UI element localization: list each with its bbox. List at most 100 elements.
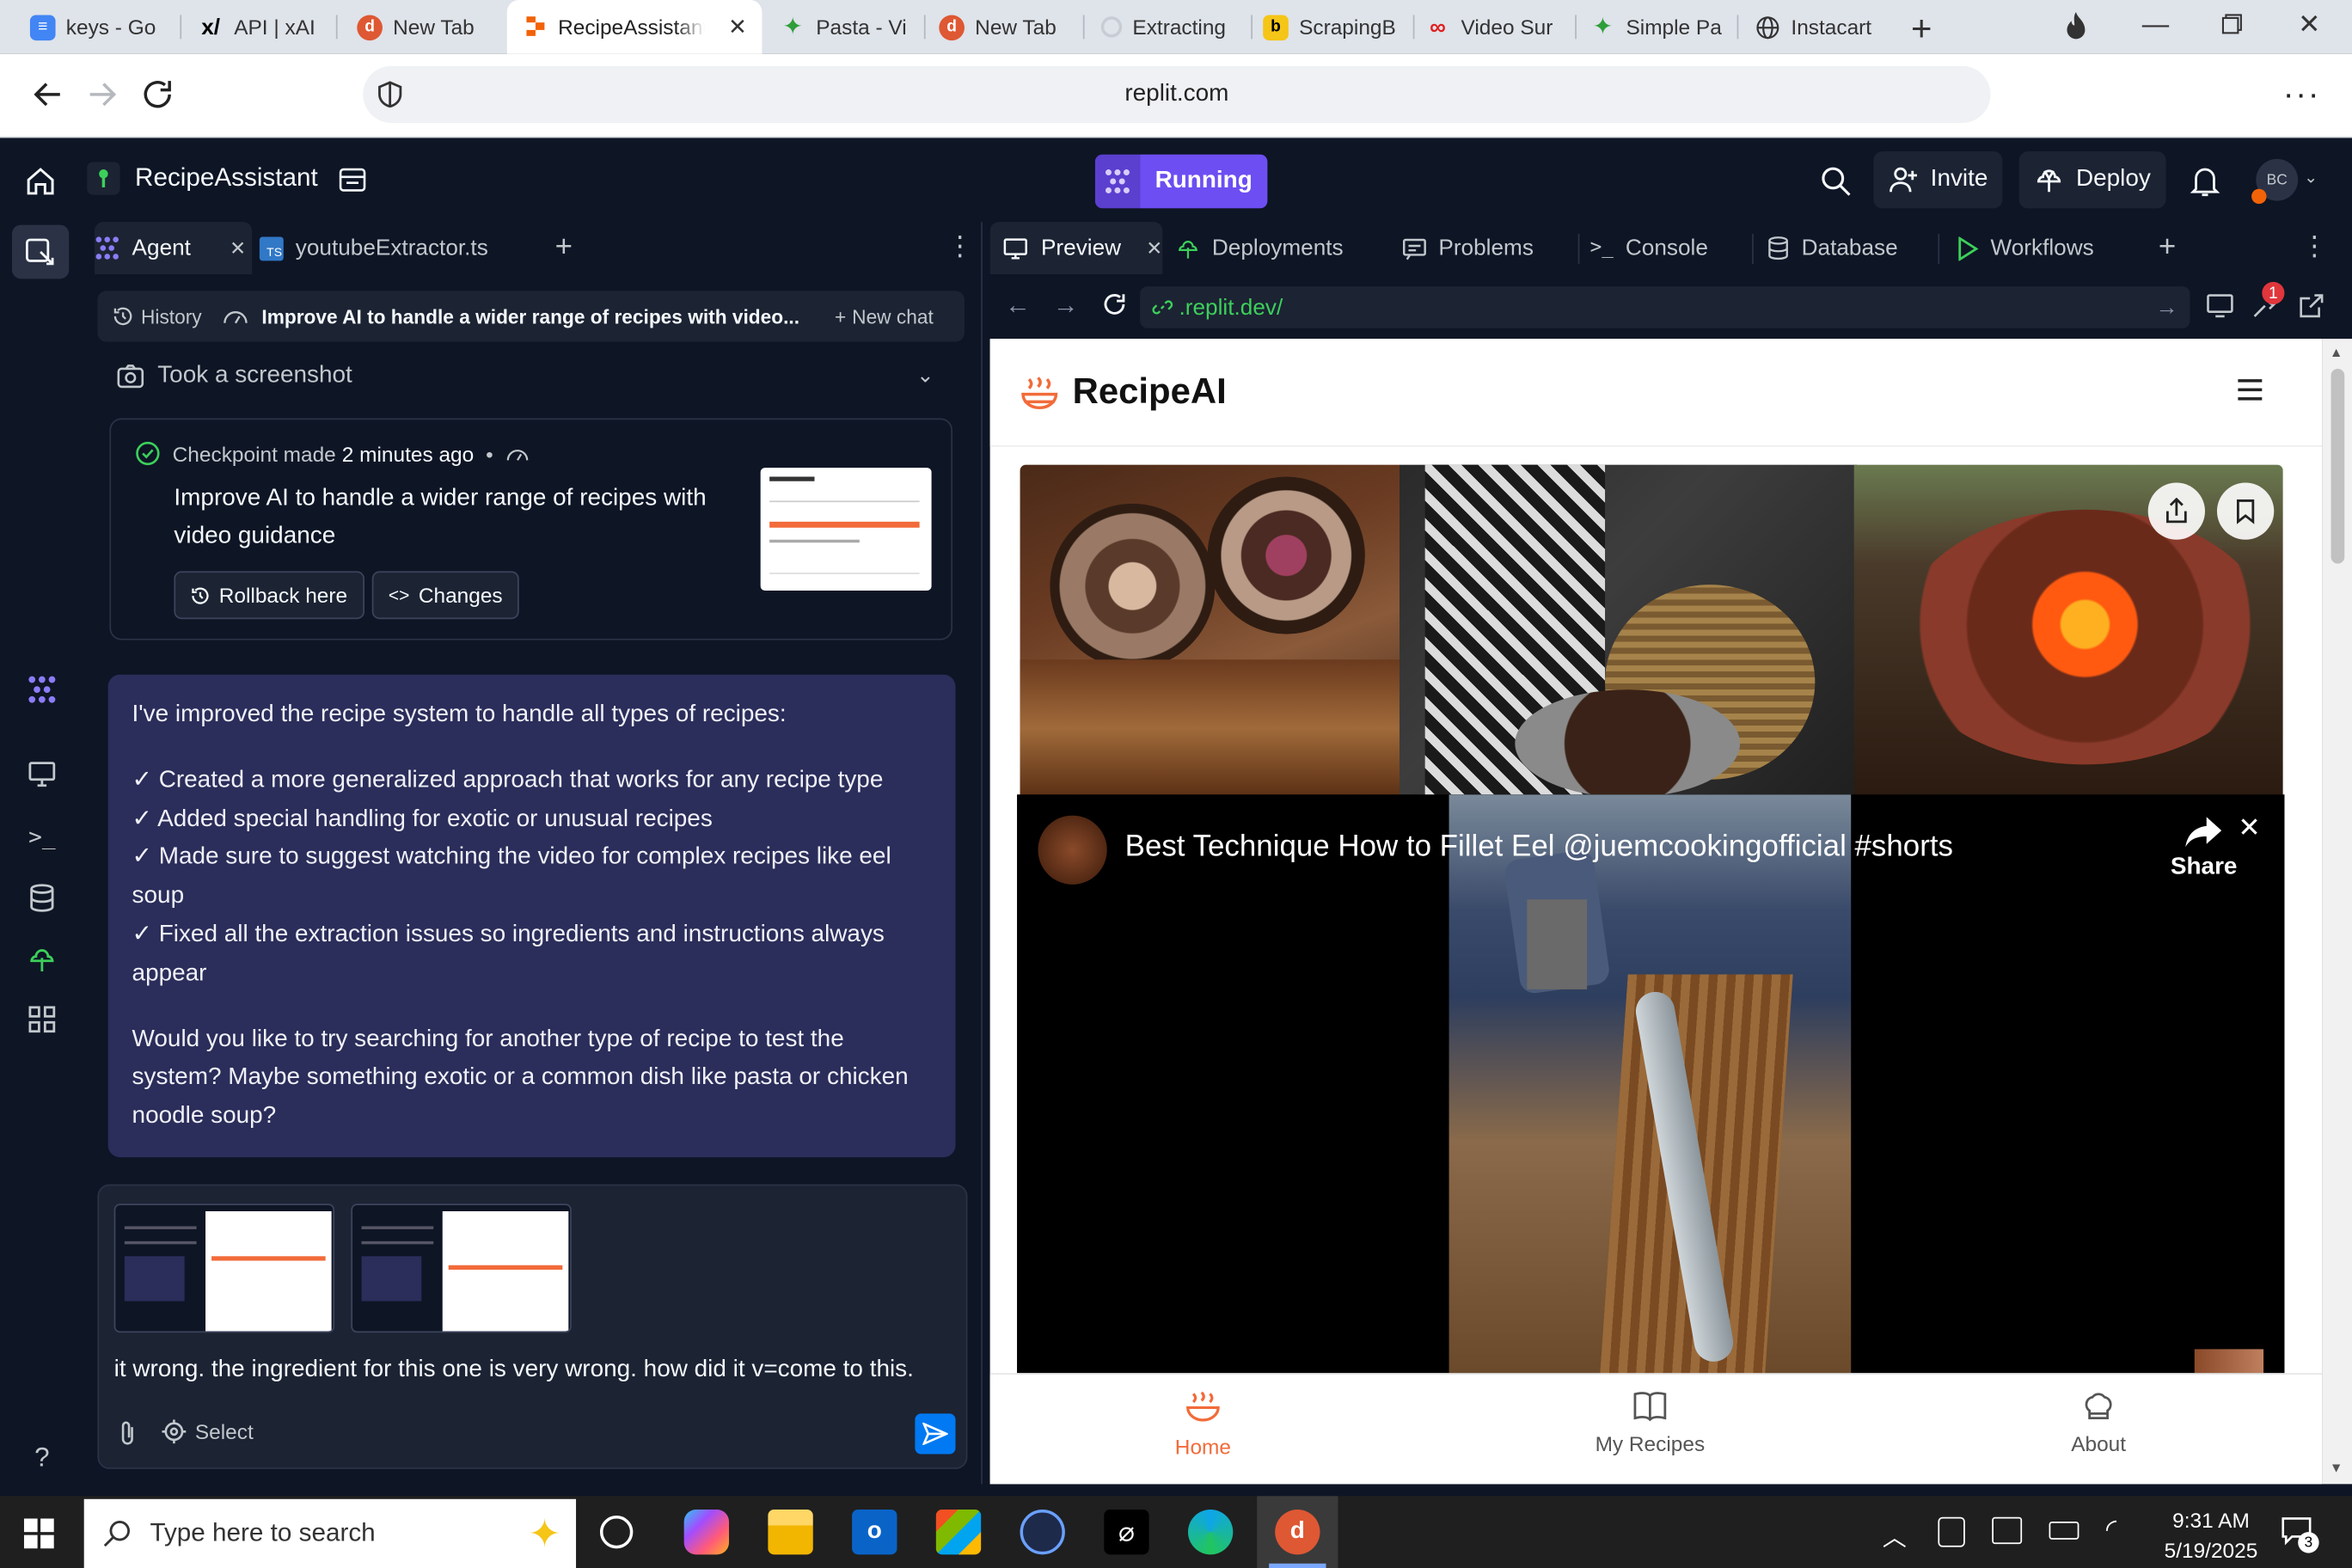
preview-reload-icon[interactable] xyxy=(1101,291,1128,317)
browser-tab[interactable]: ≡ keys - Go xyxy=(0,0,180,54)
taskbar-clock[interactable]: 9:31 AM 5/19/2025 xyxy=(2142,1505,2281,1565)
changes-button[interactable]: <> Changes xyxy=(371,571,519,620)
scrollbar-thumb[interactable] xyxy=(2331,368,2345,564)
preview-back-icon[interactable]: ← xyxy=(1005,291,1031,321)
meet-now-icon[interactable] xyxy=(1938,1516,1965,1547)
more-vertical-icon[interactable]: ⋮ xyxy=(946,231,973,263)
project-info-icon[interactable] xyxy=(338,165,368,195)
nav-home[interactable]: Home xyxy=(1113,1390,1293,1459)
bookmark-button[interactable] xyxy=(2216,482,2275,540)
windows-start-icon[interactable] xyxy=(23,1518,54,1549)
history-button[interactable]: History xyxy=(113,305,202,328)
app-brand[interactable]: RecipeAI xyxy=(1073,371,1227,413)
cortana-icon[interactable] xyxy=(599,1515,634,1549)
more-vertical-icon[interactable]: ⋮ xyxy=(2301,231,2328,263)
video-title[interactable]: Best Technique How to Fillet Eel @juemco… xyxy=(1125,830,1953,865)
browser-tab[interactable]: x/ API | xAI xyxy=(168,0,333,54)
browser-tab[interactable]: ∞ Video Sur xyxy=(1395,0,1572,54)
paperclip-icon[interactable] xyxy=(117,1419,138,1446)
send-button[interactable] xyxy=(915,1413,956,1455)
new-tab-button[interactable]: + xyxy=(2159,231,2176,266)
preview-scrollbar[interactable]: ▲ ▼ xyxy=(2322,339,2352,1485)
rollback-button[interactable]: Rollback here xyxy=(174,571,364,620)
new-chat-button[interactable]: + New chat xyxy=(835,305,934,328)
chat-input[interactable]: it wrong. the ingredient for this one is… xyxy=(114,1357,962,1383)
new-tab-button[interactable]: + xyxy=(555,231,573,266)
tray-chevron-up-icon[interactable]: ︿ xyxy=(1883,1517,1907,1553)
tab-deployments[interactable]: Deployments xyxy=(1176,222,1344,274)
browser-tab[interactable]: d New Tab xyxy=(327,0,504,54)
database-icon[interactable] xyxy=(21,877,63,919)
tab-database[interactable]: Database xyxy=(1767,222,1898,274)
preview-forward-icon[interactable]: → xyxy=(1053,291,1079,321)
browser-tab[interactable]: Instacart xyxy=(1725,0,1890,54)
project-switcher[interactable]: RecipeAssistant xyxy=(87,162,318,195)
flame-icon[interactable] xyxy=(2061,10,2091,43)
new-tab-button[interactable]: + xyxy=(1911,9,1932,51)
close-icon[interactable]: ✕ xyxy=(230,236,246,260)
tab-youtube-extractor[interactable]: TS youtubeExtractor.ts xyxy=(259,222,488,274)
select-element-button[interactable]: Select xyxy=(162,1419,254,1444)
invite-button[interactable]: Invite xyxy=(1873,151,2003,209)
browser-tab[interactable]: ✦ Simple Pa xyxy=(1560,0,1737,54)
shield-icon[interactable] xyxy=(375,79,405,109)
preview-address-bar[interactable]: .replit.dev/ → xyxy=(1140,286,2190,328)
restore-button[interactable] xyxy=(2220,12,2244,36)
help-icon[interactable]: ? xyxy=(21,1436,63,1479)
close-video-icon[interactable]: ✕ xyxy=(2238,812,2260,844)
checkpoint-thumbnail[interactable] xyxy=(760,468,932,591)
tab-console[interactable]: >_ Console xyxy=(1590,222,1708,274)
console-icon[interactable]: >_ xyxy=(21,816,63,858)
address-bar[interactable]: replit.com xyxy=(363,65,1991,123)
browser-tab-active[interactable]: RecipeAssistant ✕ xyxy=(506,0,763,54)
browser-tab[interactable]: Extracting xyxy=(1071,0,1248,54)
search-icon[interactable] xyxy=(1820,165,1853,198)
open-external-icon[interactable] xyxy=(2298,292,2324,319)
home-icon[interactable] xyxy=(24,165,57,198)
channel-avatar[interactable] xyxy=(1038,815,1107,885)
edge-icon[interactable] xyxy=(1187,1510,1234,1555)
close-tab-icon[interactable]: ✕ xyxy=(728,14,747,40)
battery-icon[interactable] xyxy=(2049,1521,2079,1540)
tab-workflows[interactable]: Workflows xyxy=(1956,222,2094,274)
screenshot-step[interactable]: Took a screenshot xyxy=(115,363,352,389)
duckduckgo-active-task[interactable]: d xyxy=(1257,1496,1338,1568)
back-arrow-icon[interactable] xyxy=(30,77,66,113)
agent-icon[interactable] xyxy=(21,669,63,711)
chevron-down-icon[interactable]: ⌄ xyxy=(916,363,934,389)
browser-tab[interactable]: b ScrapingB xyxy=(1233,0,1410,54)
xbox-game-icon[interactable] xyxy=(1020,1510,1065,1555)
attachment-thumbnail[interactable] xyxy=(351,1204,572,1333)
chevron-down-icon[interactable]: ⌄ xyxy=(2304,168,2318,187)
perplexity-icon[interactable]: ⌀ xyxy=(1104,1510,1149,1555)
more-options-icon[interactable]: ··· xyxy=(2283,75,2321,113)
ms-store-icon[interactable] xyxy=(935,1510,982,1555)
reload-icon[interactable] xyxy=(139,77,175,113)
bell-icon[interactable] xyxy=(2190,165,2220,198)
forward-arrow-icon[interactable] xyxy=(84,77,120,113)
youtube-video-player[interactable]: Best Technique How to Fillet Eel @juemco… xyxy=(1017,794,2285,1374)
go-arrow-icon[interactable]: → xyxy=(2155,295,2177,321)
deploy-button[interactable]: Deploy xyxy=(2018,151,2166,209)
display-icon[interactable] xyxy=(1992,1516,2023,1545)
video-share-button[interactable]: Share xyxy=(2171,816,2237,882)
minimize-button[interactable]: — xyxy=(2142,9,2169,40)
browser-tab[interactable]: ✦ Pasta - Vi xyxy=(750,0,927,54)
chat-title[interactable]: Improve AI to handle a wider range of re… xyxy=(261,305,817,328)
close-icon[interactable]: ✕ xyxy=(1146,236,1162,260)
next-video-thumbnail[interactable] xyxy=(2194,1349,2264,1374)
taskbar-search[interactable]: Type here to search ✦ xyxy=(83,1498,577,1568)
tab-agent[interactable]: Agent ✕ xyxy=(94,222,253,275)
run-status[interactable]: Running xyxy=(1094,154,1268,209)
hamburger-menu-icon[interactable] xyxy=(2235,377,2265,401)
nav-about[interactable]: About xyxy=(2008,1390,2188,1455)
attachment-thumbnail[interactable] xyxy=(113,1204,335,1333)
tab-problems[interactable]: Problems xyxy=(1402,222,1534,274)
device-preview-icon[interactable] xyxy=(2205,292,2235,319)
outlook-icon[interactable]: o xyxy=(852,1510,897,1555)
share-button[interactable] xyxy=(2147,482,2206,540)
file-explorer-icon[interactable] xyxy=(768,1510,813,1555)
copilot-icon[interactable] xyxy=(683,1510,730,1555)
nav-my-recipes[interactable]: My Recipes xyxy=(1560,1390,1740,1455)
browser-tab[interactable]: d New Tab xyxy=(909,0,1082,54)
